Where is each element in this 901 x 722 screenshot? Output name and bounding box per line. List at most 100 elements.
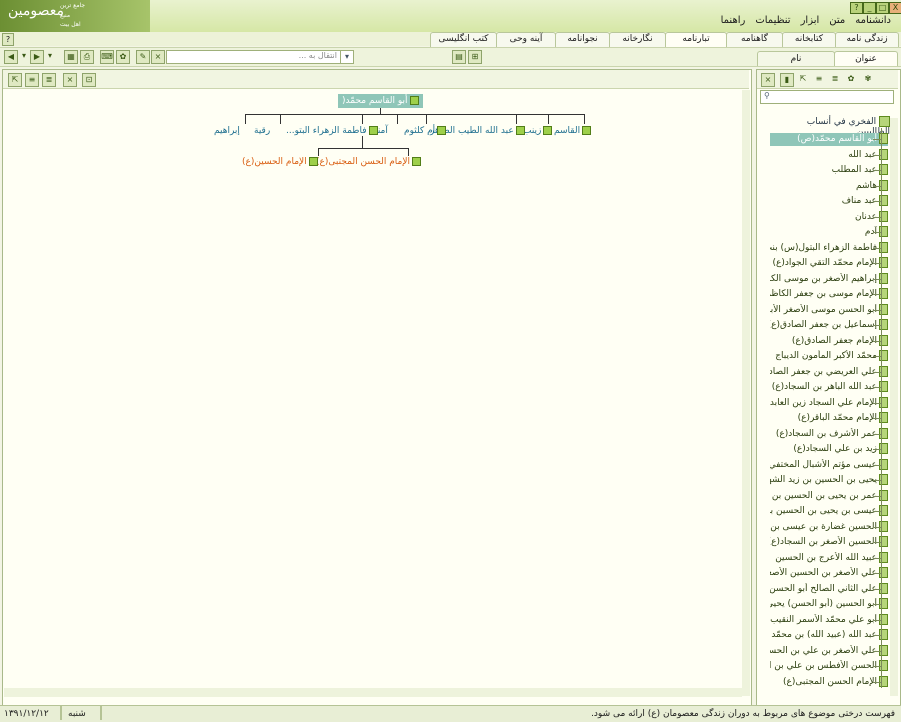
tree-node[interactable]: فاطمة الزهراء البتو... (286, 124, 378, 138)
index-item[interactable]: الإمام محمّد التقي الجواد(ع) (770, 257, 888, 270)
expand-toggle-icon[interactable] (308, 157, 318, 166)
tab-english-books[interactable]: کتب انگلیسی (430, 32, 497, 47)
index-item[interactable]: الإمام علي السجاد زين العابدين (770, 396, 888, 410)
horizontal-scrollbar[interactable] (4, 688, 742, 697)
tree-node[interactable]: أم كلثوم (404, 124, 447, 138)
help-icon[interactable]: ? (2, 33, 14, 46)
tree-node[interactable]: الإمام الحسن المجتبی(ع) (316, 155, 422, 169)
index-item[interactable]: أبو القاسم محمّد(ص) (770, 133, 888, 146)
close-icon[interactable]: × (63, 73, 77, 87)
help-window-button[interactable]: ? (850, 2, 863, 14)
align-icon[interactable]: ≡ (25, 73, 39, 87)
index-item[interactable]: عدنان (770, 210, 888, 224)
index-item[interactable]: أبو الحسين (أبو الحسن) يحيى (770, 598, 888, 611)
index-item[interactable]: الإمام محمّد الباقر(ع) (770, 412, 888, 425)
index-item[interactable]: عبيد الله الأعرج بن الحسين (770, 551, 888, 565)
index-item[interactable]: الإمام الحسن المجتبی(ع) (770, 675, 888, 689)
expand-toggle-icon[interactable] (368, 126, 378, 135)
tab-revelation[interactable]: آینه وحی (496, 32, 556, 47)
index-item[interactable]: علي الأصغر بن علي بن الحسن (770, 644, 888, 658)
tab-library[interactable]: کتابخانه (782, 32, 836, 47)
expand-toggle-icon[interactable] (582, 126, 592, 135)
tree-view-icon[interactable]: ⊞ (468, 50, 482, 64)
index-item[interactable]: عبد الله (عبيد الله) بن محمّد (770, 629, 888, 642)
menu-text[interactable]: متن (827, 15, 847, 26)
index-scrollbar[interactable] (890, 118, 898, 696)
expand-toggle-icon[interactable] (515, 126, 525, 135)
close-doc-icon[interactable]: × (151, 50, 165, 64)
index-search-input[interactable]: ⚲ (760, 90, 894, 104)
keyboard-icon[interactable]: ⌨ (100, 50, 114, 64)
minimize-button[interactable]: _ (863, 2, 876, 14)
refresh-icon[interactable]: ✿ (845, 73, 857, 85)
close-icon[interactable]: × (761, 73, 775, 87)
tab-prayers[interactable]: نجوانامه (555, 32, 610, 47)
tab-calendar[interactable]: گاهنامه (726, 32, 783, 47)
index-item[interactable]: عيسى مؤتم الأشبال المختفي (770, 458, 888, 472)
index-item[interactable]: فاطمة الزهراء البتول(س) بنت (770, 241, 888, 255)
tab-title[interactable]: عنوان (834, 51, 898, 66)
index-item[interactable]: محمّد الأكبر المأمون الديباج (770, 350, 888, 363)
menu-help[interactable]: راهنما (719, 15, 748, 26)
index-item[interactable]: عبد مناف (770, 195, 888, 208)
layout-icon[interactable]: ▦ (64, 50, 78, 64)
dropdown-arrow-icon[interactable]: ▾ (44, 50, 56, 62)
index-item[interactable]: الإمام موسى بن جعفر الكاظم (770, 288, 888, 301)
tab-gallery[interactable]: نگارخانه (609, 32, 666, 47)
index-item[interactable]: عبد الله (770, 148, 888, 162)
tab-name[interactable]: نام (757, 51, 835, 66)
menu-encyclopedia[interactable]: دانشنامه (853, 15, 893, 26)
tree-node[interactable]: زينب (523, 124, 553, 138)
print-icon[interactable]: ⎙ (80, 50, 94, 64)
index-item[interactable]: عبد الله الباهر بن السجاد(ع) (770, 381, 888, 394)
index-item[interactable]: عمر الأشرف بن السجاد(ع) (770, 427, 888, 441)
menu-settings[interactable]: تنظيمات (753, 15, 792, 26)
collapse-icon[interactable]: ≣ (829, 73, 841, 85)
star-icon[interactable]: ✾ (862, 73, 874, 85)
tree-node[interactable]: رقية (254, 124, 270, 138)
expand-toggle-icon[interactable] (409, 96, 419, 105)
bookmark-icon[interactable]: ▮ (780, 73, 794, 87)
chevron-down-icon[interactable]: ▾ (340, 51, 353, 63)
collapse-icon[interactable]: ≣ (42, 73, 56, 87)
genealogy-canvas[interactable] (3, 89, 741, 697)
back-icon[interactable]: ◀ (4, 50, 18, 64)
index-item[interactable]: زيد بن علي السجاد(ع) (770, 443, 888, 456)
index-item[interactable]: عيسى بن يحيى بن الحسين بن (770, 505, 888, 518)
dropdown-arrow-icon[interactable]: ▾ (18, 50, 30, 62)
menu-tools[interactable]: ابزار (799, 15, 822, 26)
index-item[interactable]: أبو علي محمّد الأسمر النقيب (770, 613, 888, 627)
align-icon[interactable]: ≡ (813, 73, 825, 85)
index-item[interactable]: الحسين الأصغر بن السجاد(ع) (770, 536, 888, 549)
tab-biography[interactable]: زندگی نامه (835, 32, 899, 47)
index-item[interactable]: علي العريضي بن جعفر الصادق (770, 365, 888, 379)
expand-all-icon[interactable]: ⇱ (797, 73, 809, 85)
goto-combobox[interactable]: انتقال به ... ▾ (166, 50, 354, 64)
index-item[interactable]: علي الأصغر بن الحسين الأصغر (770, 567, 888, 580)
fit-icon[interactable]: ⊡ (82, 73, 96, 87)
expand-all-icon[interactable]: ⇱ (8, 73, 22, 87)
index-item[interactable]: الحسين غضارة بن عيسى بن يحيى (770, 520, 888, 534)
grid-view-icon[interactable]: ▤ (452, 50, 466, 64)
maximize-button[interactable]: □ (876, 2, 889, 14)
index-item[interactable]: الإمام جعفر الصادق(ع) (770, 334, 888, 348)
index-item[interactable]: عبد المطلب (770, 164, 888, 177)
index-item[interactable]: أبو الحسن موسى الأصغر الأبرش (770, 303, 888, 317)
index-item[interactable]: آدم (770, 226, 888, 239)
forward-icon[interactable]: ▶ (30, 50, 44, 64)
index-item[interactable]: إبراهيم الأصغر بن موسى الكا (770, 272, 888, 286)
tree-node-root[interactable]: أبو القاسم محمّد( (338, 94, 423, 108)
close-button[interactable]: X (889, 2, 901, 14)
tree-node[interactable]: القاسم (554, 124, 592, 138)
index-item[interactable]: يحيى بن الحسين بن زيد الشهيد (770, 474, 888, 487)
settings-icon[interactable]: ✿ (116, 50, 130, 64)
expand-toggle-icon[interactable] (543, 126, 553, 135)
index-item[interactable]: هاشم (770, 179, 888, 193)
vertical-scrollbar[interactable] (742, 90, 750, 696)
tree-node[interactable]: إبراهيم (214, 124, 240, 138)
index-item[interactable]: إسماعيل بن جعفر الصادق(ع) (770, 319, 888, 332)
index-item[interactable]: علي الثاني الصالح أبو الحسن (770, 582, 888, 596)
tree-node[interactable]: الإمام الحسین(ع) (242, 155, 318, 169)
tab-genealogy[interactable]: تبارنامه (665, 32, 727, 47)
index-item[interactable]: الحسن الأفطس بن علي بن الحسن (770, 660, 888, 673)
